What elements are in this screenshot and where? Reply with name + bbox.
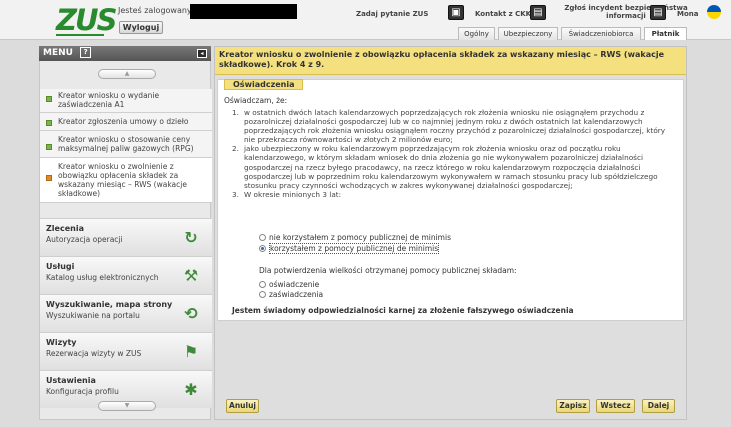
- incident-icon[interactable]: ▤: [650, 5, 666, 20]
- walking-person-icon: ⚑: [183, 342, 199, 361]
- menu-sections: Zlecenia Autoryzacja operacji ↻ Usługi K…: [40, 218, 212, 408]
- save-button[interactable]: Zapisz: [556, 399, 590, 413]
- main-panel: Kreator wniosku o zwolnienie z obowiązku…: [214, 46, 687, 420]
- radio-korzystalem[interactable]: korzystałem z pomocy publicznej de minim…: [259, 243, 451, 254]
- de-minimis-radio-group: nie korzystałem z pomocy publicznej de m…: [259, 233, 451, 254]
- radio-zaswiadczenia[interactable]: zaświadczenia: [259, 290, 323, 299]
- section-wizyty[interactable]: Wizyty Rezerwacja wizyty w ZUS ⚑: [40, 332, 212, 370]
- statement-intro: Oświadczam, że:: [224, 96, 288, 105]
- gear-icon: ✱: [184, 380, 198, 399]
- section-badge: Oświadczenia: [224, 79, 304, 90]
- list-item: 3. W okresie minionych 3 lat:: [232, 189, 342, 199]
- bullet-icon: [46, 96, 52, 102]
- sidebar-item-label: Kreator zgłoszenia umowy o dzieło: [58, 117, 189, 126]
- zus-logo[interactable]: ZUS: [56, 5, 117, 35]
- section-wyszukiwanie[interactable]: Wyszukiwanie, mapa strony Wyszukiwanie n…: [40, 294, 212, 332]
- sidebar-item-rpg[interactable]: Kreator wniosku o stosowanie ceny maksym…: [40, 131, 212, 158]
- ask-zus-icon[interactable]: ▣: [448, 5, 464, 20]
- logout-button[interactable]: Wyloguj: [119, 21, 163, 34]
- sidebar-item-label: Kreator wniosku o zwolnienie z obowiązku…: [58, 162, 187, 198]
- tab-swiadczeniobiorca[interactable]: Świadczeniobiorca: [561, 27, 641, 40]
- radio-circle[interactable]: [259, 245, 266, 252]
- tab-platnik[interactable]: Płatnik: [644, 27, 687, 40]
- sidebar: ▲ Kreator wniosku o wydanie zaświadczeni…: [39, 61, 212, 420]
- sidebar-item-rws[interactable]: Kreator wniosku o zwolnienie z obowiązku…: [40, 158, 212, 203]
- radio-circle[interactable]: [259, 291, 266, 298]
- tools-icon: ⚒: [183, 266, 199, 285]
- liability-statement: Jestem świadomy odpowiedzialności karnej…: [232, 306, 574, 315]
- radio-nie-korzystalem[interactable]: nie korzystałem z pomocy publicznej de m…: [259, 233, 451, 242]
- creator-list: Kreator wniosku o wydanie zaświadczenia …: [40, 89, 212, 203]
- refresh-icon: ↻: [184, 228, 198, 247]
- statement-list: 1. w ostatnich dwóch latach kalendarzowy…: [232, 108, 677, 199]
- bullet-icon: [46, 120, 52, 126]
- menu-header: MENU ? ◂: [39, 46, 211, 61]
- ukraine-flag-icon: [707, 5, 721, 19]
- collapse-menu-icon[interactable]: ◂: [197, 49, 207, 58]
- page-title: Kreator wniosku o zwolnienie z obowiązku…: [215, 47, 686, 75]
- contact-ckk-link[interactable]: Kontakt z CKK: [475, 10, 531, 18]
- radio-circle[interactable]: [259, 234, 266, 241]
- cancel-button[interactable]: Anuluj: [226, 399, 259, 413]
- role-tabs: Ogólny Ubezpieczony Świadczeniobiorca Pł…: [458, 27, 687, 40]
- statements-box: Oświadczenia Oświadczam, że: 1. w ostatn…: [217, 79, 684, 321]
- tab-ubezpieczony[interactable]: Ubezpieczony: [498, 27, 558, 40]
- scroll-up-button[interactable]: ▲: [98, 69, 156, 79]
- sidebar-item-umowa-dzielo[interactable]: Kreator zgłoszenia umowy o dzieło: [40, 113, 212, 131]
- bullet-icon: [46, 175, 52, 181]
- scroll-down-button[interactable]: ▼: [98, 401, 156, 411]
- radio-oswiadczenie[interactable]: oświadczenie: [259, 280, 323, 289]
- statement-text: w ostatnich dwóch latach kalendarzowych …: [244, 108, 666, 145]
- next-button[interactable]: Dalej: [642, 399, 675, 413]
- sidebar-item-a1[interactable]: Kreator wniosku o wydanie zaświadczenia …: [40, 89, 212, 113]
- statement-text: W okresie minionych 3 lat:: [244, 189, 342, 199]
- bullet-icon: [46, 144, 52, 150]
- radio-circle[interactable]: [259, 281, 266, 288]
- logo-underline: [56, 34, 104, 36]
- help-icon[interactable]: ?: [80, 47, 92, 58]
- statement-text: jako ubezpieczony w roku kalendarzowym p…: [244, 144, 658, 190]
- contact-icon[interactable]: ▤: [530, 5, 546, 20]
- section-uslugi[interactable]: Usługi Katalog usług elektronicznych ⚒: [40, 256, 212, 294]
- top-header: ZUS Jesteś zalogowany jako: Wyloguj Zada…: [0, 0, 731, 40]
- list-item: 1. w ostatnich dwóch latach kalendarzowy…: [232, 108, 677, 144]
- back-button[interactable]: Wstecz: [596, 399, 635, 413]
- sidebar-item-label: Kreator wniosku o stosowanie ceny maksym…: [58, 135, 194, 153]
- search-sync-icon: ⟲: [184, 304, 198, 323]
- section-zlecenia[interactable]: Zlecenia Autoryzacja operacji ↻: [40, 218, 212, 256]
- tab-ogolny[interactable]: Ogólny: [458, 27, 495, 40]
- ask-zus-link[interactable]: Zadaj pytanie ZUS: [356, 10, 428, 18]
- sidebar-item-label: Kreator wniosku o wydanie zaświadczenia …: [58, 91, 160, 109]
- confirmation-label: Dla potwierdzenia wielkości otrzymanej p…: [259, 266, 517, 275]
- confirmation-radio-group: oświadczenie zaświadczenia: [259, 280, 323, 299]
- user-name: Mona: [677, 10, 699, 18]
- list-item: 2. jako ubezpieczony w roku kalendarzowy…: [232, 144, 677, 189]
- security-incident-link[interactable]: Zgłoś incydent bezpieczeństwa informacji: [556, 4, 696, 20]
- redacted-username: [190, 4, 297, 19]
- menu-title: MENU: [43, 48, 73, 58]
